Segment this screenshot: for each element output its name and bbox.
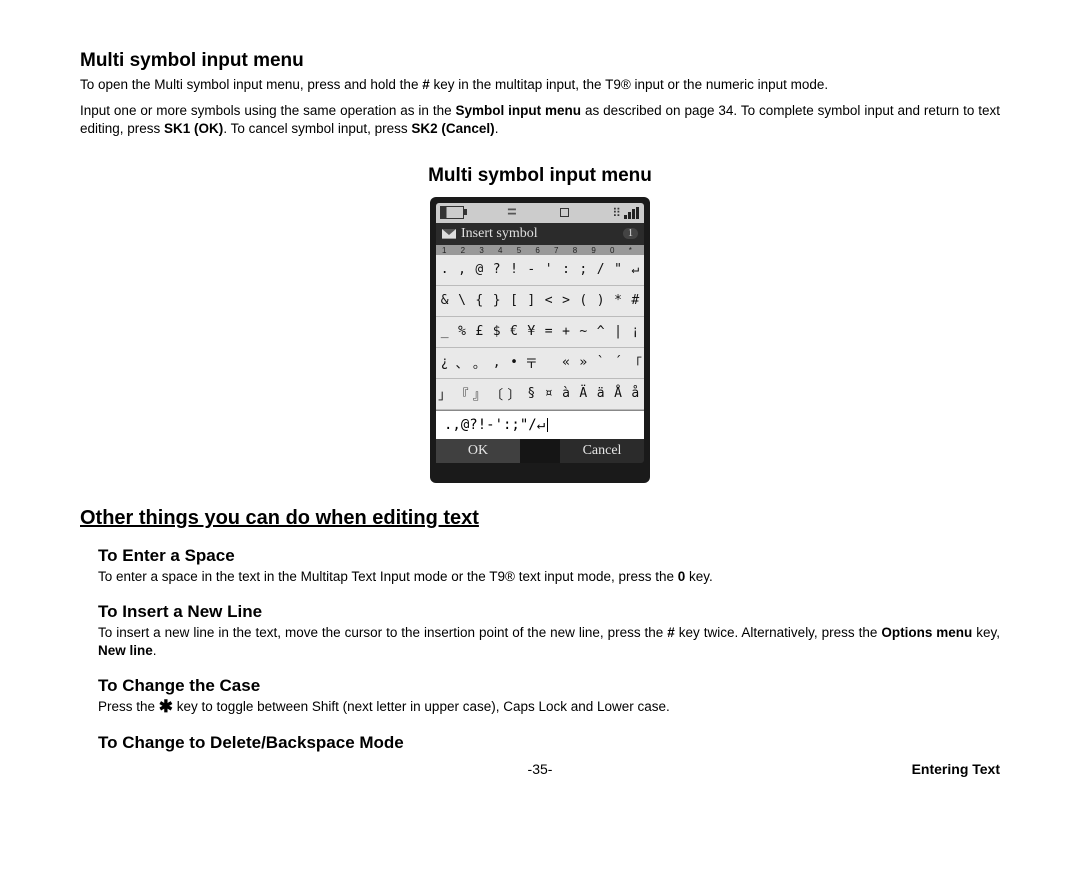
ruler: 1 2 3 4 5 6 7 8 9 0 * # xyxy=(436,245,644,255)
envelope-icon xyxy=(442,229,456,239)
page-indicator: 1 xyxy=(623,228,638,239)
symbol-row: &\{}[]<>()*# xyxy=(436,286,644,317)
softkey-cancel: Cancel xyxy=(560,439,644,463)
symbol-grid: .,@?!-':;/"↵ &\{}[]<>()*# _%£$€¥=+~^|¡ ¿… xyxy=(436,255,644,410)
symbol-row: .,@?!-':;/"↵ xyxy=(436,255,644,286)
paragraph: To enter a space in the text in the Mult… xyxy=(98,568,1000,586)
indicator-icon xyxy=(560,208,569,217)
equals-icon: = xyxy=(507,204,516,222)
heading-enter-space: To Enter a Space xyxy=(98,546,1000,566)
phone-screenshot: = ⠿ Insert symbol 1 1 2 3 4 5 6 7 8 9 0 … xyxy=(80,197,1000,483)
heading-other-things: Other things you can do when editing tex… xyxy=(80,507,1000,530)
section-name: Entering Text xyxy=(693,761,1000,777)
softkey-middle xyxy=(520,439,560,463)
heading-delete-backspace: To Change to Delete/Backspace Mode xyxy=(98,733,1000,753)
heading-change-case: To Change the Case xyxy=(98,676,1000,696)
status-bar: = ⠿ xyxy=(436,203,644,223)
figure-caption: Multi symbol input menu xyxy=(80,165,1000,187)
page-number: -35- xyxy=(387,761,694,777)
screen-title-bar: Insert symbol 1 xyxy=(436,223,644,245)
heading-multi-symbol: Multi symbol input menu xyxy=(80,50,1000,72)
signal-icon xyxy=(624,207,640,219)
manual-page: Multi symbol input menu To open the Mult… xyxy=(0,0,1080,807)
symbol-row: _%£$€¥=+~^|¡ xyxy=(436,317,644,348)
heading-insert-new-line: To Insert a New Line xyxy=(98,602,1000,622)
screen-title: Insert symbol xyxy=(461,226,538,242)
paragraph: Input one or more symbols using the same… xyxy=(80,102,1000,138)
cursor-icon xyxy=(547,418,548,432)
paragraph: To open the Multi symbol input menu, pre… xyxy=(80,76,1000,94)
paragraph: Press the ✱ key to toggle between Shift … xyxy=(98,698,1000,716)
page-footer: -35- Entering Text xyxy=(80,761,1000,777)
phone-frame: = ⠿ Insert symbol 1 1 2 3 4 5 6 7 8 9 0 … xyxy=(430,197,650,483)
battery-icon xyxy=(440,206,464,219)
symbol-row: 」『』〔〕§¤àÄäÅå xyxy=(436,379,644,410)
softkey-bar: OK Cancel xyxy=(436,439,644,463)
dots-icon: ⠿ xyxy=(612,206,620,220)
symbol-row: ¿、。,•〒 «»`´「 xyxy=(436,348,644,379)
text-input-preview: .,@?!-':;"/↵ xyxy=(436,410,644,439)
paragraph: To insert a new line in the text, move t… xyxy=(98,624,1000,660)
softkey-ok: OK xyxy=(436,439,520,463)
